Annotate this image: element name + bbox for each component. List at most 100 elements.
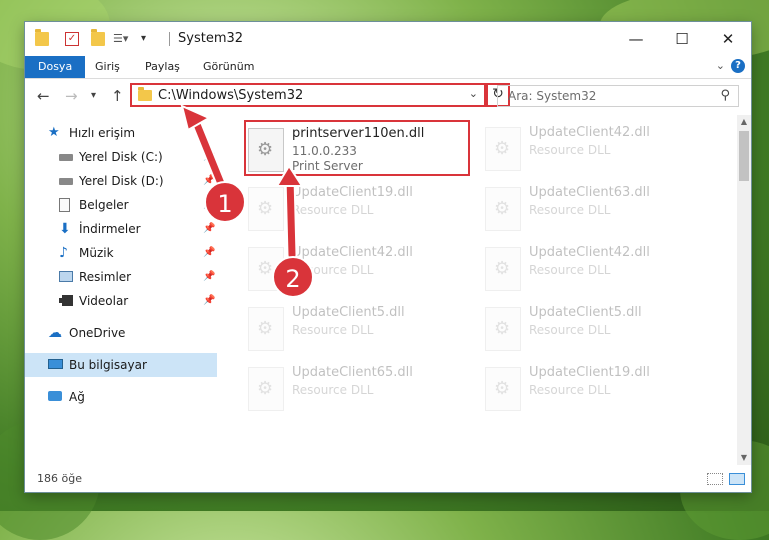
title-separator (169, 32, 170, 46)
minimize-button[interactable]: — (613, 22, 659, 56)
cloud-icon: ☁ (48, 325, 62, 341)
navigation-bar: ← → ▾ ↑ C:\Windows\System32 ⌄ ↻ Ara: Sys… (25, 79, 751, 115)
quick-access-dropdown-icon[interactable]: ▾ (141, 32, 155, 46)
network-icon (48, 391, 62, 401)
title-bar: ✓ ☰▾ ▾ System32 — ☐ ✕ (25, 22, 751, 56)
file-name: UpdateClient5.dll (529, 305, 642, 320)
pin-icon[interactable]: 📌 (203, 241, 215, 265)
forward-arrow-icon[interactable]: → (65, 87, 78, 105)
sidebar-item-pictures[interactable]: Resimler 📌 (25, 265, 217, 289)
sidebar-item-label: İndirmeler (79, 222, 141, 236)
address-dropdown-icon[interactable]: ⌄ (469, 87, 478, 100)
videos-icon (59, 295, 73, 306)
file-name: UpdateClient19.dll (529, 365, 650, 380)
download-icon: ⬇ (59, 221, 71, 237)
sidebar-item-label: Bu bilgisayar (69, 358, 147, 372)
tab-view[interactable]: Görünüm (203, 56, 254, 78)
up-arrow-icon[interactable]: ↑ (111, 87, 124, 105)
sidebar-item-documents[interactable]: Belgeler 📌 (25, 193, 217, 217)
file-item[interactable]: UpdateClient42.dll Resource DLL (483, 241, 713, 297)
file-item[interactable]: UpdateClient5.dll Resource DLL (483, 301, 713, 357)
search-input[interactable]: Ara: System32 ⚲ (497, 85, 739, 107)
scroll-thumb[interactable] (739, 131, 749, 181)
sidebar-item-onedrive[interactable]: ☁ OneDrive (25, 321, 217, 345)
file-description: Resource DLL (292, 383, 374, 397)
file-description: Resource DLL (292, 323, 374, 337)
sidebar-item-label: OneDrive (69, 326, 126, 340)
sidebar-item-disk-c[interactable]: Yerel Disk (C:) 📌 (25, 145, 217, 169)
file-description: Resource DLL (529, 143, 611, 157)
file-item-highlighted[interactable]: printserver110en.dll 11.0.0.233 Print Se… (244, 120, 470, 176)
file-description: Resource DLL (292, 203, 374, 217)
sidebar-item-music[interactable]: ♪ Müzik 📌 (25, 241, 217, 265)
dll-file-icon (248, 187, 284, 231)
address-bar[interactable]: C:\Windows\System32 ⌄ (130, 83, 486, 107)
file-item[interactable]: UpdateClient42.dll Resource DLL (483, 121, 713, 177)
folder-icon (35, 29, 49, 46)
computer-icon (48, 359, 63, 369)
file-item[interactable]: UpdateClient63.dll Resource DLL (483, 181, 713, 237)
help-icon[interactable]: ? (731, 59, 745, 73)
address-path: C:\Windows\System32 (158, 88, 304, 103)
file-name: UpdateClient5.dll (292, 305, 405, 320)
pin-icon[interactable]: 📌 (203, 289, 215, 313)
star-icon: ★ (48, 125, 60, 140)
sidebar-item-label: Videolar (79, 294, 129, 308)
sidebar-item-downloads[interactable]: ⬇ İndirmeler 📌 (25, 217, 217, 241)
customize-toolbar-icon[interactable]: ☰▾ (113, 32, 128, 46)
sidebar-item-label: Yerel Disk (C:) (79, 150, 163, 164)
file-name: UpdateClient65.dll (292, 365, 413, 380)
tab-share[interactable]: Paylaş (145, 56, 180, 78)
file-name: UpdateClient42.dll (292, 245, 413, 260)
large-icons-view-icon[interactable] (729, 473, 745, 485)
pin-icon[interactable]: 📌 (203, 145, 215, 169)
folder-icon (138, 87, 152, 101)
dll-file-icon (485, 127, 521, 171)
file-name: UpdateClient42.dll (529, 125, 650, 140)
search-placeholder: Ara: System32 (508, 89, 597, 103)
pin-icon[interactable]: 📌 (203, 265, 215, 289)
search-icon: ⚲ (720, 88, 730, 103)
file-description: Resource DLL (529, 323, 611, 337)
back-arrow-icon[interactable]: ← (37, 87, 50, 105)
file-item[interactable]: UpdateClient19.dll Resource DLL (246, 181, 476, 237)
maximize-button[interactable]: ☐ (659, 22, 705, 56)
tab-file[interactable]: Dosya (25, 56, 86, 78)
drive-icon (59, 154, 73, 161)
close-button[interactable]: ✕ (705, 22, 751, 56)
details-view-icon[interactable] (707, 473, 723, 485)
properties-icon[interactable]: ✓ (65, 32, 79, 46)
sidebar-item-videos[interactable]: Videolar 📌 (25, 289, 217, 313)
file-description: Resource DLL (529, 383, 611, 397)
file-name: UpdateClient63.dll (529, 185, 650, 200)
item-count: 186 öğe (37, 472, 82, 485)
sidebar-item-label: Hızlı erişim (69, 126, 136, 140)
dll-file-icon (248, 307, 284, 351)
file-name: UpdateClient42.dll (529, 245, 650, 260)
new-folder-icon[interactable] (91, 29, 105, 46)
sidebar-item-disk-d[interactable]: Yerel Disk (D:) 📌 (25, 169, 217, 193)
dll-file-icon (485, 187, 521, 231)
file-name: printserver110en.dll (292, 126, 425, 141)
sidebar-item-quick-access[interactable]: ★ Hızlı erişim (25, 121, 217, 145)
window-title: System32 (178, 31, 244, 46)
scroll-down-icon[interactable]: ▼ (737, 453, 751, 462)
file-item[interactable]: UpdateClient19.dll Resource DLL (483, 361, 713, 417)
scroll-up-icon[interactable]: ▲ (737, 117, 751, 126)
expand-ribbon-icon[interactable]: ⌄ (716, 59, 725, 72)
pin-icon[interactable]: 📌 (203, 217, 215, 241)
sidebar-item-network[interactable]: Ağ (25, 385, 217, 409)
vertical-scrollbar[interactable]: ▲ ▼ (737, 115, 751, 465)
tab-home[interactable]: Giriş (95, 56, 120, 78)
file-explorer-window: ✓ ☰▾ ▾ System32 — ☐ ✕ Dosya Giriş Paylaş… (25, 22, 751, 492)
ribbon-tabs: Dosya Giriş Paylaş Görünüm ⌄ ? (25, 56, 751, 79)
file-item[interactable]: UpdateClient5.dll Resource DLL (246, 301, 476, 357)
sidebar-item-this-pc[interactable]: Bu bilgisayar (25, 353, 217, 377)
file-item[interactable]: UpdateClient65.dll Resource DLL (246, 361, 476, 417)
documents-icon (59, 198, 70, 212)
sidebar-item-label: Resimler (79, 270, 132, 284)
file-version: 11.0.0.233 (292, 144, 357, 158)
recent-locations-icon[interactable]: ▾ (91, 90, 96, 101)
status-bar: 186 öğe (25, 465, 751, 492)
file-name: UpdateClient19.dll (292, 185, 413, 200)
